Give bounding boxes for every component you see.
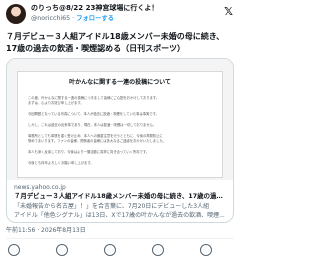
tweet-text: ７月デビュー３人組アイドル18歳メンバー未婚の母に続き、 17歳の過去の飲酒・喫… <box>6 31 236 55</box>
avatar[interactable] <box>6 4 26 24</box>
separator-dot: · <box>72 15 75 22</box>
author-handle[interactable]: @noricchi65 <box>31 15 70 22</box>
divider <box>6 238 234 239</box>
statement-line: この度、叶かんなに関する一連の投稿につきまして皆様にご心配をおかけしております。 <box>28 96 160 100</box>
share-icon[interactable] <box>200 244 212 256</box>
reply-icon[interactable] <box>8 244 20 256</box>
action-bar <box>6 243 234 257</box>
author-handle-row: @noricchi65 · フォローする <box>31 14 114 23</box>
tweet-text-line: 17歳の過去の飲酒・喫煙認める（日刊スポーツ） <box>6 44 185 53</box>
tweet-timestamp[interactable]: 午前11:56 · 2026年8月13日 <box>6 226 86 235</box>
statement-line: 努めてまいります。ファンの皆様、関係者の皆様には多大なるご迷惑をおかけいたしまし… <box>28 139 166 143</box>
bookmark-icon[interactable] <box>152 244 164 256</box>
statement-title: 叶かんなに関する一連の投稿について <box>69 79 171 86</box>
statement-line: しかし、これは過去の出来事であり、現在、本人は飲酒・喫煙は一切しておりません。 <box>28 123 157 127</box>
card-title[interactable]: ７月デビュー３人組アイドル18歳メンバー未婚の母に続き、17歳の過去の飲... <box>14 192 229 201</box>
statement-line: 今回問題となっている写真について、本人が過去に飲酒・喫煙をしていた事は事実です。 <box>28 112 159 116</box>
like-icon[interactable] <box>104 244 116 256</box>
card-description-line: アイドル「他色シグナル」は13日、Xで17歳の叶かんなが過去の飲酒、喫煙... <box>14 212 225 219</box>
tweet-text-line: ７月デビュー３人組アイドル18歳メンバー未婚の母に続き、 <box>6 32 225 41</box>
card-image[interactable]: 叶かんなに関する一連の投稿について この度、叶かんなに関する一連の投稿につきまし… <box>7 59 233 180</box>
follow-button[interactable]: フォローする <box>76 15 114 22</box>
x-logo-icon[interactable]: 𝕏 <box>224 6 233 18</box>
statement-line: 今後とも何卒よろしくお願い申し上げます。 <box>28 161 94 165</box>
tweet-header: のりっち@8/22 23神宮球場に行くよ！ @noricchi65 · フォロー… <box>6 3 234 27</box>
statement-line: まずは、心よりお詫び申し上げます。 <box>28 101 84 105</box>
link-card[interactable]: 叶かんなに関する一連の投稿について この度、叶かんなに関する一連の投稿につきまし… <box>6 58 234 223</box>
repost-icon[interactable] <box>56 244 68 256</box>
card-description: 「未婚報告から名古屋」！」を合言葉に、7月20日にデビューした3人組 アイドル「… <box>14 202 230 220</box>
statement-line: 事務所としても事態を重く受け止め、本人への厳重注意を行うとともに、今後の再発防止… <box>28 134 163 138</box>
statement-line: 本人も深く反省しており、今後はより一層活動に真摯に向き合っていく所存です。 <box>28 150 150 154</box>
card-domain: news.yahoo.co.jp <box>14 184 66 191</box>
statement-document: 叶かんなに関する一連の投稿について この度、叶かんなに関する一連の投稿につきまし… <box>17 71 223 178</box>
card-description-line: 「未婚報告から名古屋」！」を合言葉に、7月20日にデビューした3人組 <box>14 203 210 210</box>
author-name[interactable]: のりっち@8/22 23神宮球場に行くよ！ <box>31 3 158 13</box>
